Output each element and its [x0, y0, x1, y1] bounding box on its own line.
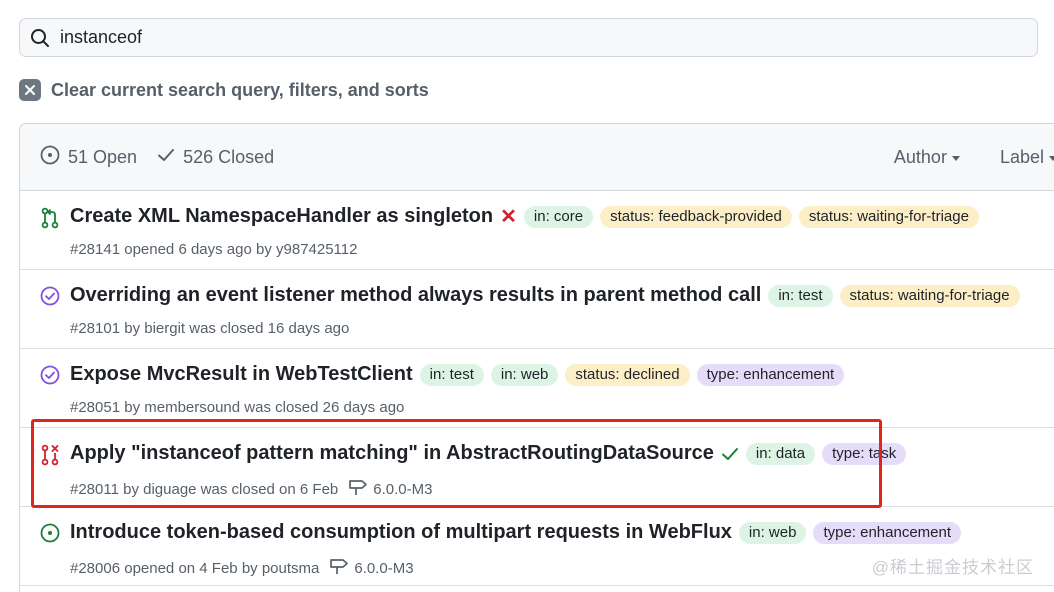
issue-title-line: Overriding an event listener method alwa…	[70, 284, 1020, 307]
milestone-link[interactable]: 6.0.0-M3	[348, 478, 432, 500]
issue-label[interactable]: in: web	[738, 521, 807, 544]
issue-title[interactable]: Introduce token-based consumption of mul…	[70, 521, 732, 544]
milestone-label: 6.0.0-M3	[373, 480, 433, 498]
issue-label[interactable]: status: feedback-provided	[600, 205, 792, 228]
open-issues-tab[interactable]: 51 Open	[40, 145, 137, 170]
issue-label[interactable]: in: data	[745, 442, 816, 465]
issue-meta: #28006 opened on 4 Feb by poutsma 6.0.0-…	[70, 557, 414, 579]
issue-meta-text: #28006 opened on 4 Feb by poutsma	[70, 559, 320, 577]
closed-issues-tab[interactable]: 526 Closed	[157, 146, 274, 169]
search-input[interactable]	[60, 27, 960, 48]
label-filter-label: Label	[999, 147, 1044, 167]
issue-title[interactable]: Apply "instanceof pattern matching" in A…	[70, 442, 714, 465]
filter-bar: Author Label	[894, 124, 1054, 191]
issue-meta: #28011 by diguage was closed on 6 Feb 6.…	[70, 478, 432, 500]
issue-meta-text: #28051 by membersound was closed 26 days…	[70, 399, 405, 416]
issue-meta: #28141 opened 6 days ago by y987425112	[70, 241, 357, 258]
issue-row[interactable]: Apply "instanceof pattern matching" in A…	[20, 428, 1054, 507]
author-filter-label: Author	[893, 147, 947, 167]
watermark: @稀土掘金技术社区	[871, 558, 1034, 577]
issue-row[interactable]: Overriding an event listener method alwa…	[20, 270, 1054, 349]
milestone-label: 6.0.0-M3	[354, 559, 414, 577]
issue-meta-text: #28011 by diguage was closed on 6 Feb	[70, 480, 339, 498]
issue-title[interactable]: Create XML NamespaceHandler as singleton	[70, 205, 493, 228]
issue-open-icon	[40, 145, 60, 170]
issue-label[interactable]: status: waiting-for-triage	[798, 205, 979, 228]
issue-row[interactable]: Expose MvcResult in WebTestClient in: te…	[20, 349, 1054, 428]
status-failure-icon[interactable]: ✕	[500, 207, 517, 227]
clear-filters-label: Clear current search query, filters, and…	[51, 79, 429, 100]
issue-title[interactable]: Overriding an event listener method alwa…	[70, 284, 761, 307]
issue-label[interactable]: status: waiting-for-triage	[839, 284, 1020, 307]
issue-meta-text: #28141 opened 6 days ago by y987425112	[70, 241, 358, 258]
open-count-label: 51 Open	[68, 146, 138, 167]
pull-request-closed-icon	[40, 444, 60, 471]
issue-label[interactable]: type: enhancement	[696, 363, 845, 386]
issue-closed-icon	[40, 365, 60, 390]
issue-meta-text: #28101 by biergit was closed 16 days ago	[70, 320, 350, 337]
issue-title-line: Create XML NamespaceHandler as singleton…	[70, 205, 979, 228]
issues-list: 51 Open 526 Closed Author Label Create X…	[19, 123, 1054, 592]
pull-request-open-icon	[40, 207, 60, 234]
search-icon	[30, 28, 50, 48]
close-icon	[19, 79, 41, 101]
issue-label[interactable]: in: test	[419, 363, 484, 386]
issue-title-line: Apply "instanceof pattern matching" in A…	[70, 442, 907, 465]
issue-title[interactable]: Expose MvcResult in WebTestClient	[70, 363, 413, 386]
issue-label[interactable]: in: core	[523, 205, 594, 228]
issue-label[interactable]: in: web	[490, 363, 559, 386]
search-bar[interactable]	[19, 18, 1038, 57]
clear-filters-button[interactable]: Clear current search query, filters, and…	[19, 79, 429, 101]
milestone-icon	[348, 478, 373, 500]
milestone-icon	[329, 557, 354, 579]
issue-closed-icon	[40, 286, 60, 311]
status-success-icon[interactable]	[721, 445, 739, 463]
issue-open-icon	[40, 523, 60, 548]
issue-label[interactable]: status: declined	[565, 363, 690, 386]
label-filter-dropdown[interactable]: Label	[1000, 147, 1054, 168]
milestone-link[interactable]: 6.0.0-M3	[329, 557, 414, 579]
issues-list-header: 51 Open 526 Closed Author Label	[20, 124, 1054, 191]
issue-title-line: Introduce token-based consumption of mul…	[70, 521, 962, 544]
issue-title-line: Expose MvcResult in WebTestClient in: te…	[70, 363, 845, 386]
caret-down-icon	[1049, 156, 1054, 161]
check-icon	[157, 146, 175, 169]
issue-row[interactable]: Create XML NamespaceHandler as singleton…	[20, 191, 1054, 270]
issue-label[interactable]: type: enhancement	[813, 521, 962, 544]
closed-count-label: 526 Closed	[183, 146, 275, 167]
author-filter-dropdown[interactable]: Author	[894, 147, 960, 168]
issue-meta: #28101 by biergit was closed 16 days ago	[70, 320, 349, 337]
issue-label[interactable]: type: task	[822, 442, 907, 465]
issue-label[interactable]: in: test	[768, 284, 833, 307]
caret-down-icon	[951, 156, 960, 161]
issue-meta: #28051 by membersound was closed 26 days…	[70, 399, 404, 416]
